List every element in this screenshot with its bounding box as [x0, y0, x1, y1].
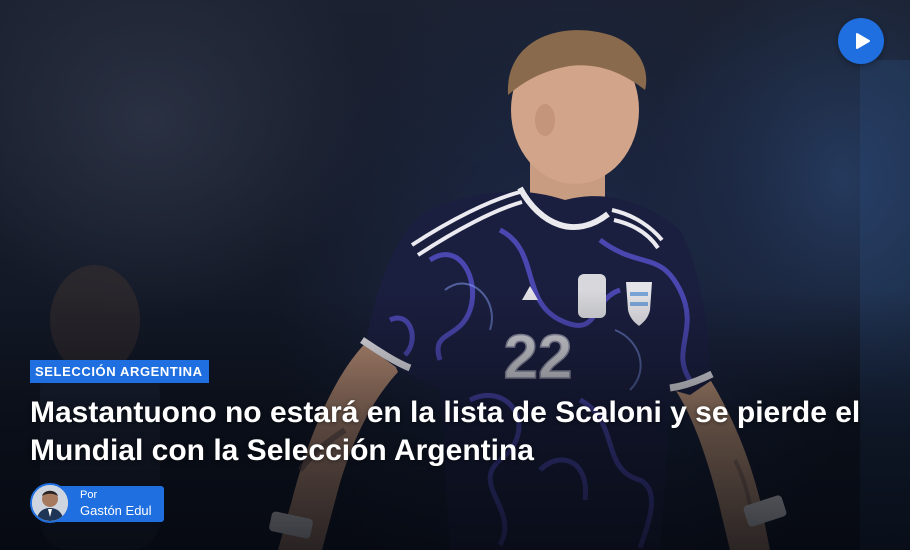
- author-prefix: Por: [80, 489, 98, 501]
- play-icon: [855, 33, 870, 49]
- person-icon: [32, 485, 68, 521]
- author-byline[interactable]: Por Gastón Edul: [30, 483, 164, 523]
- author-text: Por Gastón Edul: [80, 488, 152, 518]
- article-headline[interactable]: Mastantuono no estará en la lista de Sca…: [30, 394, 880, 470]
- category-badge[interactable]: SELECCIÓN ARGENTINA: [30, 360, 209, 383]
- play-video-button[interactable]: [838, 18, 884, 64]
- article-hero[interactable]: 22 SELECCIÓN ARGENTINA Mastantuono no es…: [0, 0, 910, 550]
- author-name[interactable]: Gastón Edul: [80, 503, 152, 518]
- author-avatar: [30, 483, 70, 523]
